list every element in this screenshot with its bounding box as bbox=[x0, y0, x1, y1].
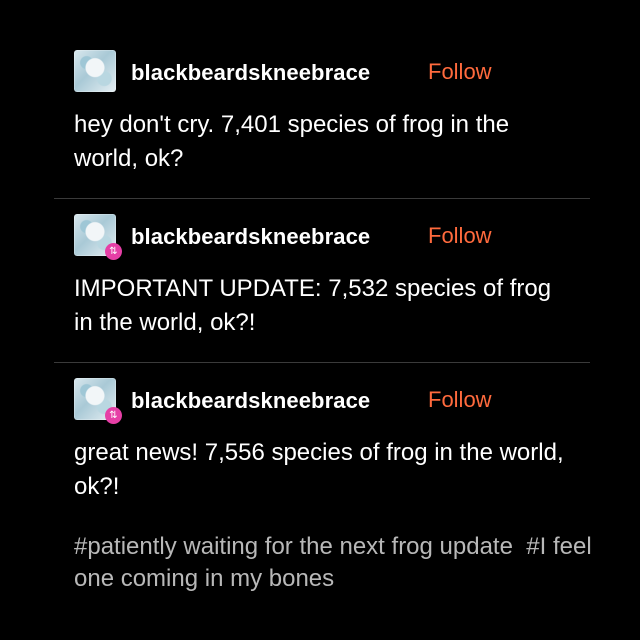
post-2: ⇅ blackbeardskneebrace Follow IMPORTANT … bbox=[0, 204, 640, 336]
follow-button[interactable]: Follow bbox=[428, 59, 492, 85]
post-header: blackbeardskneebrace Follow bbox=[0, 40, 640, 100]
post-text: hey don't cry. 7,401 species of frog in … bbox=[74, 111, 510, 172]
avatar[interactable] bbox=[74, 50, 116, 92]
post-3: ⇅ blackbeardskneebrace Follow great news… bbox=[0, 368, 640, 500]
follow-button[interactable]: Follow bbox=[428, 387, 492, 413]
post-divider bbox=[54, 362, 590, 363]
follow-button[interactable]: Follow bbox=[428, 223, 492, 249]
avatar[interactable]: ⇅ bbox=[74, 378, 122, 424]
reblog-icon: ⇅ bbox=[105, 243, 122, 260]
avatar-image bbox=[74, 50, 116, 92]
username[interactable]: blackbeardskneebrace bbox=[131, 60, 370, 86]
avatar[interactable]: ⇅ bbox=[74, 214, 122, 260]
post-1: blackbeardskneebrace Follow hey don't cr… bbox=[0, 40, 640, 172]
post-text: IMPORTANT UPDATE: 7,532 species of frog … bbox=[74, 275, 552, 336]
post-text: great news! 7,556 species of frog in the… bbox=[74, 439, 564, 500]
username[interactable]: blackbeardskneebrace bbox=[131, 388, 370, 414]
reblog-icon: ⇅ bbox=[105, 407, 122, 424]
post-divider bbox=[54, 198, 590, 199]
tag-link[interactable]: #patiently waiting for the next frog upd… bbox=[74, 533, 513, 560]
post-header: ⇅ blackbeardskneebrace Follow bbox=[0, 368, 640, 428]
post-tags: #patiently waiting for the next frog upd… bbox=[74, 531, 594, 595]
post-header: ⇅ blackbeardskneebrace Follow bbox=[0, 204, 640, 264]
username[interactable]: blackbeardskneebrace bbox=[131, 224, 370, 250]
